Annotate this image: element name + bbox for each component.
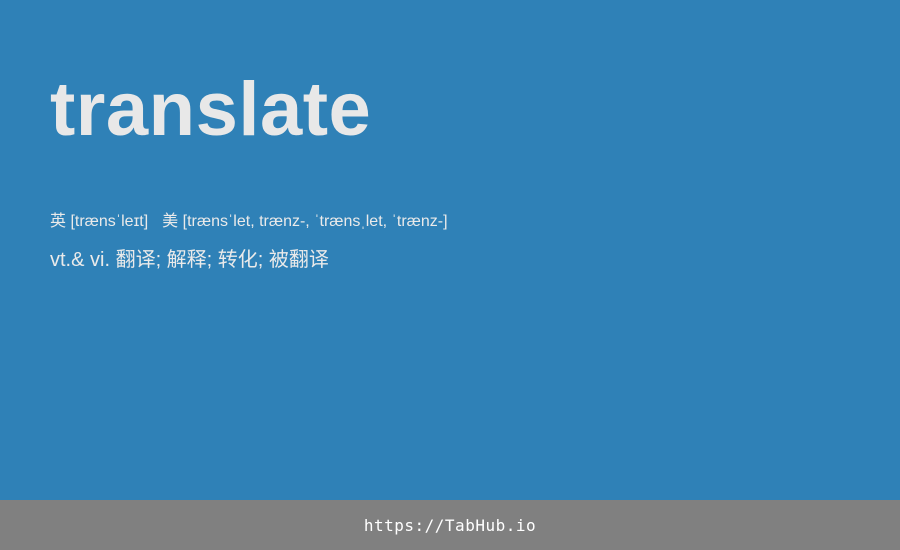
footer-bar: https://TabHub.io bbox=[0, 500, 900, 550]
phonetic-uk: 英 [trænsˈleɪt] bbox=[50, 213, 149, 230]
tabhub-link[interactable]: https://TabHub.io bbox=[364, 516, 536, 535]
phonetics-line: 英 [trænsˈleɪt] 美 [trænsˈlet, trænz-, ˈtræ… bbox=[50, 212, 448, 232]
phonetic-us: 美 [trænsˈlet, trænz-, ˈtrænsˌlet, ˈtrænz… bbox=[162, 213, 448, 230]
headword: translate bbox=[50, 67, 372, 152]
definition: vt.& vi. 翻译; 解释; 转化; 被翻译 bbox=[50, 249, 329, 271]
word-card: translate 英 [trænsˈleɪt] 美 [trænsˈlet, tr… bbox=[0, 0, 900, 500]
